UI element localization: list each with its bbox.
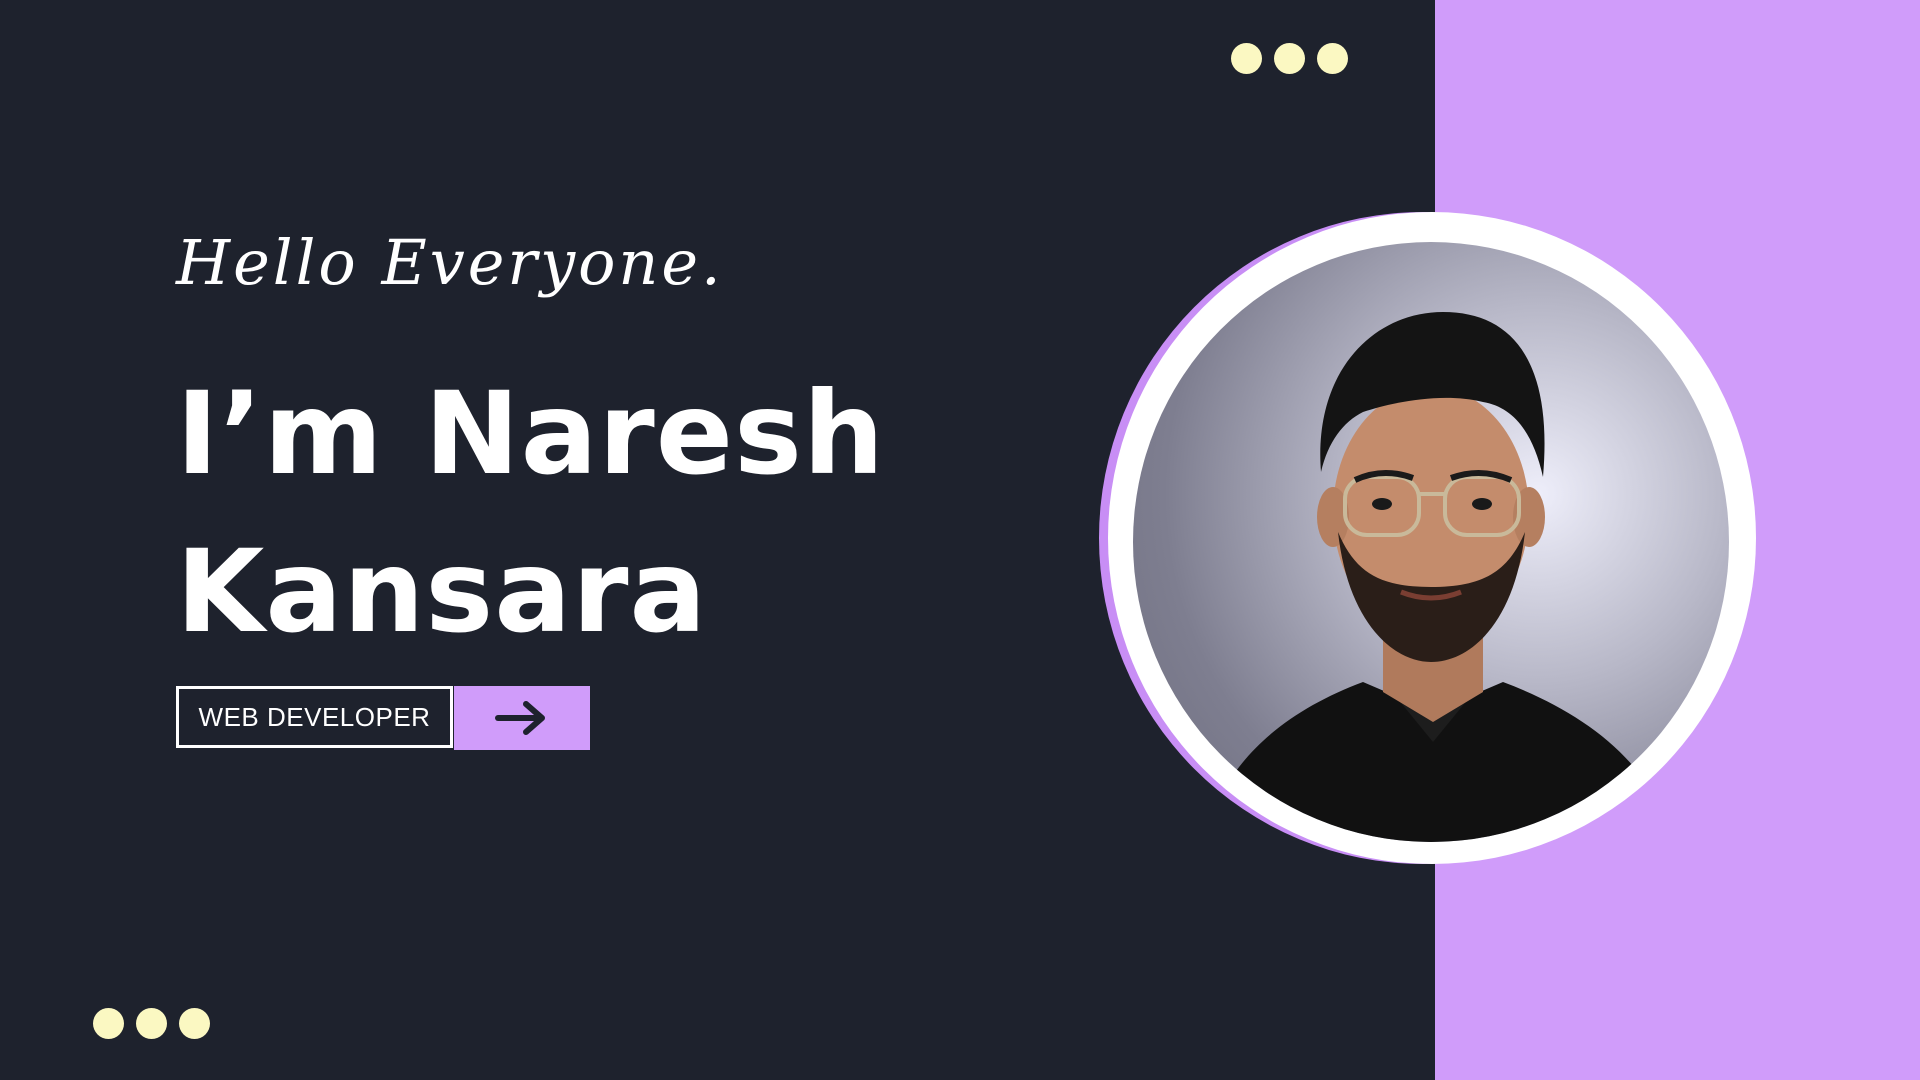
dot: [1231, 43, 1262, 74]
arrow-right-icon: [495, 701, 545, 735]
greeting-text: Hello Everyone.: [176, 226, 724, 299]
role-badge: WEB DEVELOPER: [176, 686, 453, 748]
profile-photo: [1133, 242, 1729, 842]
name-heading-line-1: I’m Naresh: [176, 367, 886, 500]
arrow-button[interactable]: [454, 686, 590, 750]
person-silhouette: [1203, 312, 1673, 842]
role-label: WEB DEVELOPER: [198, 701, 431, 732]
dot: [1274, 43, 1305, 74]
dot: [179, 1008, 210, 1039]
dot: [1317, 43, 1348, 74]
dot: [136, 1008, 167, 1039]
three-dots-icon: [1231, 43, 1348, 74]
three-dots-icon: [93, 1008, 210, 1039]
dot: [93, 1008, 124, 1039]
name-heading-line-2: Kansara: [176, 525, 708, 658]
